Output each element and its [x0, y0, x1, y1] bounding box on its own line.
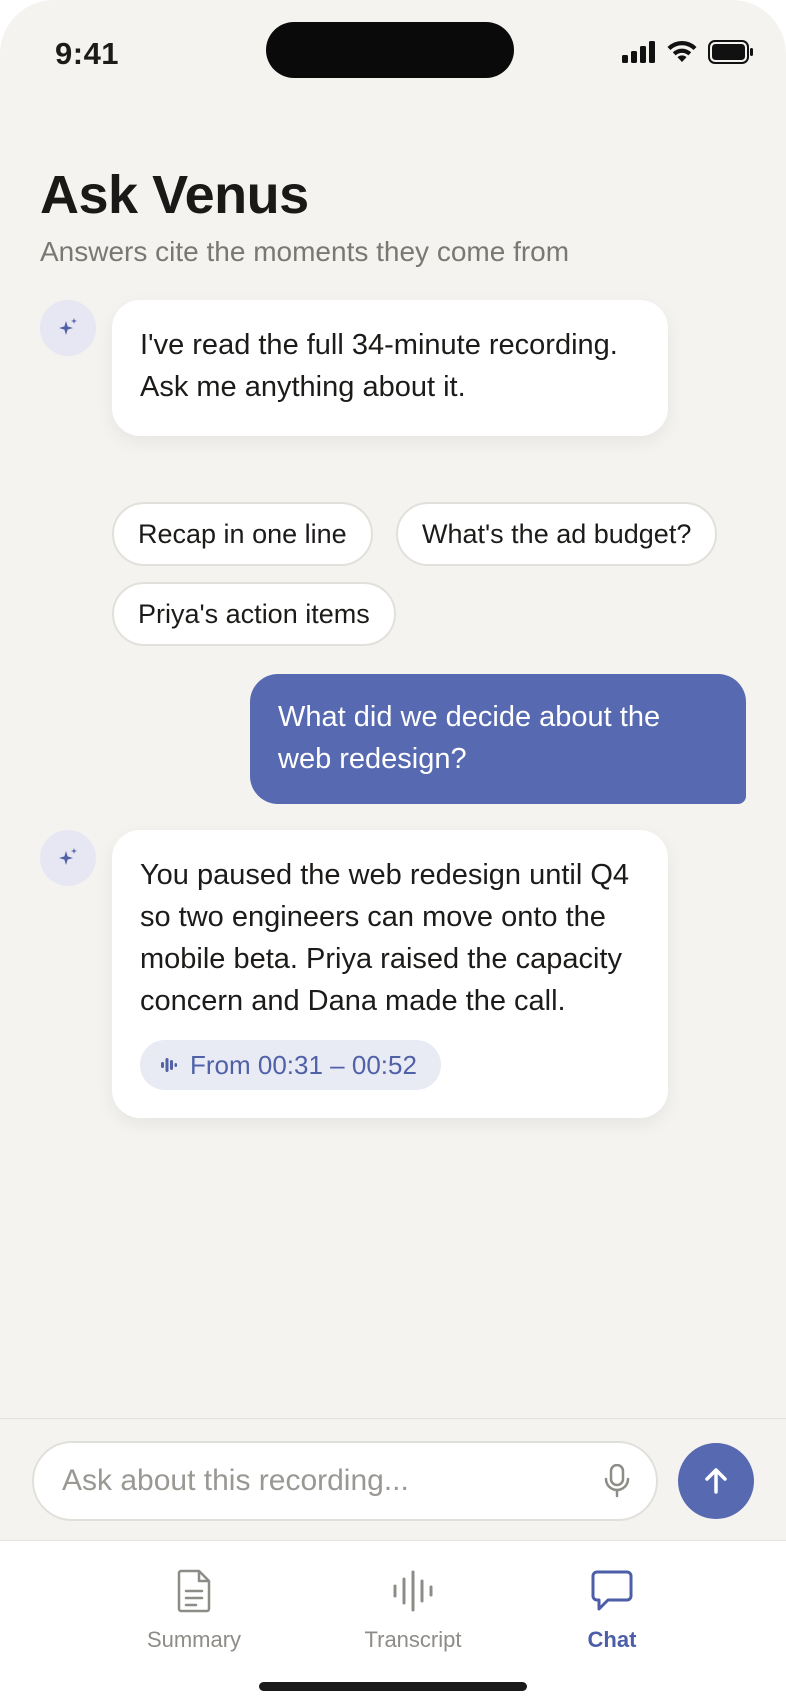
audio-waveform-icon — [161, 1058, 177, 1072]
battery-icon — [708, 40, 753, 64]
assistant-avatar — [40, 300, 96, 356]
tab-summary[interactable]: Summary — [104, 1569, 284, 1653]
sparkle-icon — [59, 318, 77, 335]
message-text: What did we decide about the web redesig… — [278, 701, 661, 775]
waveform-icon — [393, 1570, 433, 1612]
cellular-signal-icon — [622, 41, 655, 63]
assistant-message: You paused the web redesign until Q4 so … — [112, 830, 668, 1118]
tab-label: Chat — [587, 1627, 637, 1652]
composer-field — [32, 1441, 658, 1521]
arrow-up-icon — [705, 1468, 727, 1494]
message-input[interactable] — [62, 1464, 604, 1498]
send-button[interactable] — [678, 1443, 754, 1519]
tab-chat[interactable]: Chat — [522, 1569, 702, 1653]
assistant-avatar — [40, 830, 96, 886]
page-title: Ask Venus — [40, 165, 309, 225]
suggestion-chip[interactable]: Recap in one line — [112, 502, 373, 566]
suggestion-chip[interactable]: What's the ad budget? — [396, 502, 718, 566]
chat-bubble-icon — [591, 1570, 633, 1611]
tab-bar: Summary Transcript Chat — [0, 1540, 786, 1704]
microphone-icon[interactable] — [604, 1464, 630, 1498]
message-text: You paused the web redesign until Q4 so … — [140, 859, 630, 1017]
dynamic-island — [266, 22, 514, 78]
user-message: What did we decide about the web redesig… — [250, 674, 746, 804]
assistant-message: I've read the full 34-minute recording. … — [112, 300, 668, 436]
home-indicator — [259, 1682, 527, 1691]
composer-bar — [0, 1418, 786, 1540]
tab-transcript[interactable]: Transcript — [323, 1569, 503, 1653]
sparkle-icon — [59, 848, 77, 865]
message-text: I've read the full 34-minute recording. … — [140, 329, 618, 403]
tab-label: Summary — [146, 1627, 242, 1652]
wifi-icon — [667, 40, 697, 62]
citation-chip[interactable]: From 00:31 – 00:52 — [140, 1040, 441, 1090]
status-time: 9:41 — [55, 36, 120, 71]
suggestion-chip[interactable]: Priya's action items — [112, 582, 396, 646]
status-icons — [622, 40, 754, 64]
page-subtitle: Answers cite the moments they come from — [40, 236, 570, 267]
phone-screen: 9:41 Ask Venus Answers cite the moments … — [0, 0, 786, 1704]
document-icon — [177, 1569, 211, 1613]
citation-label: From 00:31 – 00:52 — [190, 1050, 417, 1080]
tab-label: Transcript — [364, 1627, 462, 1652]
